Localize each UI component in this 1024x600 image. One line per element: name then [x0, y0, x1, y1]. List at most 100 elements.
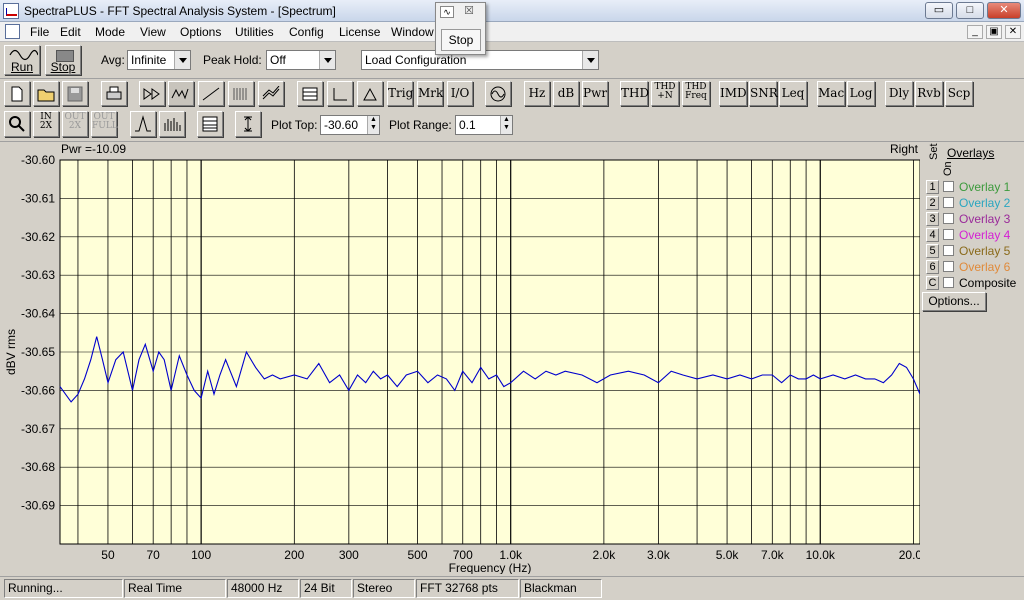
hz-button[interactable]: Hz	[524, 81, 550, 106]
overlay-set-button[interactable]: 6	[926, 260, 939, 274]
overlay-set-button[interactable]: 2	[926, 196, 939, 210]
save-icon[interactable]	[62, 81, 88, 106]
menu-edit[interactable]: Edit	[60, 25, 81, 39]
x-tick-label: 50	[101, 548, 115, 562]
y-tick-label: -30.61	[21, 191, 55, 205]
menu-file[interactable]: File	[30, 25, 49, 39]
overlay-checkbox[interactable]	[943, 229, 954, 240]
peak-icon[interactable]	[130, 111, 156, 137]
overlay-set-button[interactable]: 3	[926, 212, 939, 226]
spinner-arrows-icon[interactable]: ▲ ▼	[500, 116, 512, 134]
scp-button[interactable]: Scp	[945, 81, 973, 106]
x-tick-label: 2.0k	[593, 548, 617, 562]
overlay-set-button[interactable]: 4	[926, 228, 939, 242]
3d-surface-icon[interactable]	[258, 81, 284, 106]
y-tick-label: -30.66	[21, 383, 55, 397]
menu-utilities[interactable]: Utilities	[235, 25, 274, 39]
mdi-restore-button[interactable]: ▣	[986, 25, 1002, 39]
window-titlebar: SpectraPLUS - FFT Spectral Analysis Syst…	[0, 0, 1024, 22]
overlay-set-button[interactable]: C	[926, 276, 939, 290]
plot-top-input[interactable]: -30.60 ▲ ▼	[320, 115, 380, 135]
bar-graph-icon[interactable]	[159, 111, 185, 137]
log-button[interactable]: Log	[847, 81, 875, 106]
spectrogram-icon[interactable]	[228, 81, 254, 106]
menu-window[interactable]: Window	[391, 25, 434, 39]
menu-license[interactable]: License	[339, 25, 380, 39]
table-icon[interactable]	[197, 111, 223, 137]
overlay-set-button[interactable]: 5	[926, 244, 939, 258]
dly-button[interactable]: Dly	[885, 81, 913, 106]
axis-icon[interactable]	[327, 81, 353, 106]
overlay-name: Overlay 6	[959, 260, 1011, 274]
minimize-button[interactable]: ▭	[925, 2, 953, 19]
avg-select[interactable]: Infinite	[127, 50, 191, 70]
zoom-out-2x-button[interactable]: OUT 2X	[62, 111, 88, 137]
weighting-icon[interactable]	[357, 81, 383, 106]
plot-range-input[interactable]: 0.1 ▲ ▼	[455, 115, 513, 135]
time-series-icon[interactable]	[198, 81, 224, 106]
snr-button[interactable]: SNR	[749, 81, 778, 106]
open-folder-icon[interactable]	[33, 81, 59, 106]
signal-generator-icon[interactable]	[485, 81, 511, 106]
status-fft-size: FFT 32768 pts	[416, 579, 519, 598]
x-tick-label: 3.0k	[647, 548, 671, 562]
menu-view[interactable]: View	[140, 25, 166, 39]
overlay-checkbox[interactable]	[943, 213, 954, 224]
y-tick-label: -30.68	[21, 460, 55, 474]
overlay-checkbox[interactable]	[943, 197, 954, 208]
overlay-checkbox[interactable]	[943, 181, 954, 192]
menu-config[interactable]: Config	[289, 25, 324, 39]
toolbar-row-1: Run Stop Avg: Infinite Peak Hold: Off Lo…	[0, 42, 1024, 79]
zoom-out-full-button[interactable]: OUT FULL	[91, 111, 118, 137]
overlay-name: Overlay 3	[959, 212, 1011, 226]
trig-button[interactable]: Trig	[387, 81, 413, 106]
chevron-down-icon	[582, 51, 598, 69]
thd-n-button[interactable]: THD +N	[651, 81, 679, 106]
overlay-checkbox[interactable]	[943, 277, 954, 288]
popup-close-icon[interactable]: ☒	[461, 6, 477, 18]
rvb-button[interactable]: Rvb	[915, 81, 943, 106]
print-icon[interactable]	[101, 81, 127, 106]
overlay-checkbox[interactable]	[943, 261, 954, 272]
menu-options[interactable]: Options	[180, 25, 221, 39]
set-column-label: Set	[928, 143, 940, 160]
plot-top-label: Plot Top:	[271, 118, 318, 132]
avg-value: Infinite	[131, 53, 167, 67]
imd-button[interactable]: IMD	[719, 81, 747, 106]
on-column-label: On	[942, 161, 954, 176]
overlay-set-button[interactable]: 1	[926, 180, 939, 194]
zoom-in-2x-button[interactable]: IN 2X	[33, 111, 59, 137]
spectrum-plot-window: Pwr =-10.09 Right -30.60 -30.61 -30.62 -30.…	[0, 142, 1024, 574]
run-button[interactable]: Run	[4, 45, 40, 75]
peak-hold-select[interactable]: Off	[266, 50, 336, 70]
spectrum-view-icon[interactable]	[168, 81, 194, 106]
mac-button[interactable]: Mac	[817, 81, 845, 106]
menu-mode[interactable]: Mode	[95, 25, 125, 39]
db-button[interactable]: dB	[553, 81, 579, 106]
fast-forward-icon[interactable]	[139, 81, 165, 106]
thd-freq-button[interactable]: THD Freq	[682, 81, 710, 106]
mdi-minimize-button[interactable]: _	[967, 25, 983, 39]
leq-button[interactable]: Leq	[779, 81, 807, 106]
x-tick-label: 10.0k	[806, 548, 836, 562]
marker-button[interactable]: Mrk	[417, 81, 443, 106]
grid-settings-icon[interactable]	[297, 81, 323, 106]
new-file-icon[interactable]	[4, 81, 30, 106]
close-button[interactable]: ✕	[987, 2, 1021, 19]
document-icon[interactable]	[5, 24, 20, 39]
spinner-arrows-icon[interactable]: ▲ ▼	[367, 116, 379, 134]
popup-stop-button[interactable]: Stop	[441, 29, 481, 51]
vertical-scale-icon[interactable]	[235, 111, 261, 137]
spectrum-chart[interactable]: -30.60 -30.61 -30.62 -30.63 -30.64 -30.65 -30.…	[0, 142, 920, 574]
mdi-close-button[interactable]: ✕	[1005, 25, 1021, 39]
stop-button[interactable]: Stop	[45, 45, 81, 75]
pwr-button[interactable]: Pwr	[582, 81, 608, 106]
zoom-icon[interactable]	[4, 111, 30, 137]
stop-label: Stop	[50, 60, 76, 74]
x-tick-label: 200	[284, 548, 304, 562]
overlay-checkbox[interactable]	[943, 245, 954, 256]
io-button[interactable]: I/O	[447, 81, 473, 106]
maximize-button[interactable]: □	[956, 2, 984, 19]
thd-button[interactable]: THD	[620, 81, 649, 106]
overlay-options-button[interactable]: Options...	[922, 292, 986, 311]
